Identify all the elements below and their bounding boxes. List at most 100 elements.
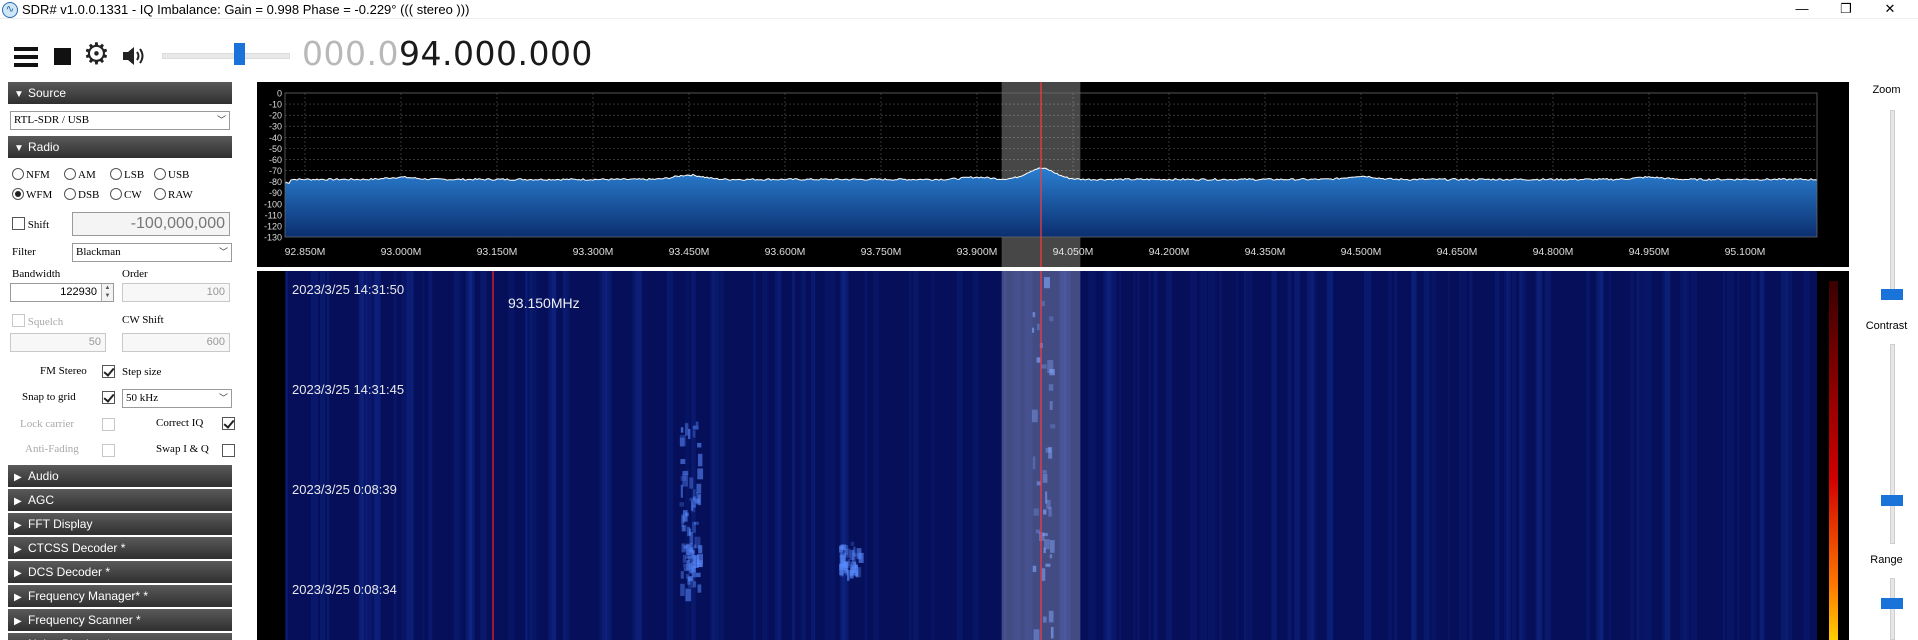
- section-title: DCS Decoder *: [28, 565, 111, 579]
- section-header-noise-blanker[interactable]: ▶Noise Blanker *: [8, 633, 232, 640]
- radio-dot[interactable]: [110, 168, 122, 180]
- mode-radio-raw[interactable]: RAW: [154, 188, 193, 202]
- mode-radio-am[interactable]: AM: [64, 168, 96, 182]
- speaker-icon[interactable]: [121, 44, 147, 68]
- mode-radio-cw[interactable]: CW: [110, 188, 142, 202]
- stop-icon[interactable]: [54, 48, 71, 65]
- chevron-down-icon: ﹀: [216, 115, 226, 125]
- order-label: Order: [122, 268, 148, 280]
- freq-tick-label: 94.800M: [1533, 246, 1574, 258]
- signal-trace: [684, 512, 689, 517]
- volume-slider-track[interactable]: [162, 53, 290, 59]
- radio-section-header[interactable]: ▼ Radio: [8, 136, 232, 158]
- collapse-icon: ▼: [14, 143, 24, 154]
- spectrum-fill: [285, 167, 1817, 237]
- fm-stereo-checkbox[interactable]: [102, 365, 115, 378]
- waterfall-streak: [777, 271, 781, 640]
- volume-slider-thumb[interactable]: [233, 43, 245, 65]
- section-header-frequency-scanner[interactable]: ▶ Frequency Scanner *: [8, 609, 232, 631]
- section-header-audio[interactable]: ▶ Audio: [8, 465, 232, 487]
- swap-iq-checkbox[interactable]: [222, 444, 235, 457]
- frequency-digits[interactable]: 94.000.000: [399, 34, 593, 73]
- source-device-select[interactable]: RTL-SDR / USB ﹀: [10, 111, 230, 130]
- contrast-slider-thumb[interactable]: [1881, 495, 1903, 507]
- section-header-agc[interactable]: ▶ AGC: [8, 489, 232, 511]
- waterfall-streak: [1586, 271, 1590, 640]
- step-size-select[interactable]: 50 kHz ﹀: [122, 389, 232, 408]
- freq-tick-label: 95.100M: [1725, 246, 1766, 258]
- radio-dot[interactable]: [154, 188, 166, 200]
- radio-dot[interactable]: [64, 168, 76, 180]
- radio-dot[interactable]: [154, 168, 166, 180]
- section-header-ctcss-decoder[interactable]: ▶ CTCSS Decoder *: [8, 537, 232, 559]
- waterfall-streak: [1088, 271, 1096, 640]
- source-section-header[interactable]: ▼ Source: [8, 82, 232, 104]
- waterfall-streak: [1722, 271, 1725, 640]
- zoom-slider-thumb[interactable]: [1881, 289, 1903, 300]
- section-header-frequency-manager[interactable]: ▶ Frequency Manager* *: [8, 585, 232, 607]
- maximize-button[interactable]: ❐: [1824, 0, 1868, 19]
- order-input[interactable]: 100: [122, 283, 230, 302]
- db-tick-label: -80: [269, 177, 282, 187]
- gear-icon[interactable]: ⚙: [83, 40, 110, 70]
- snap-to-grid-checkbox[interactable]: [102, 391, 115, 404]
- bandwidth-input[interactable]: 122930 ▲ ▼: [10, 283, 114, 302]
- mode-radio-usb[interactable]: USB: [154, 168, 189, 182]
- waterfall-streak: [1759, 271, 1765, 640]
- waterfall-display[interactable]: 93.150MHz 2023/3/25 14:31:50 2023/3/25 14:…: [257, 271, 1849, 640]
- mode-radio-dsb[interactable]: DSB: [64, 188, 99, 202]
- waterfall-streak: [1431, 271, 1437, 640]
- waterfall-streak: [1544, 271, 1552, 640]
- section-header-dcs-decoder[interactable]: ▶ DCS Decoder *: [8, 561, 232, 583]
- squelch-input[interactable]: 50: [10, 333, 106, 352]
- spectrum-plot[interactable]: 0-10-20-30-40-50-60-70-80-90-100-110-120…: [257, 82, 1849, 267]
- spinner-arrows-icon[interactable]: ▲ ▼: [101, 284, 113, 301]
- radio-dot[interactable]: [110, 188, 122, 200]
- radio-dot[interactable]: [12, 168, 24, 180]
- shift-input[interactable]: -100,000,000: [72, 212, 230, 236]
- waterfall-streak: [791, 271, 796, 640]
- waterfall-streak: [716, 271, 724, 640]
- radio-dot[interactable]: [64, 188, 76, 200]
- range-slider-thumb[interactable]: [1881, 598, 1903, 610]
- squelch-checkbox[interactable]: [12, 314, 25, 327]
- section-header-fft-display[interactable]: ▶ FFT Display: [8, 513, 232, 535]
- waterfall-streak: [1737, 271, 1740, 640]
- chevron-down-icon: ﹀: [218, 247, 228, 257]
- filter-select[interactable]: Blackman ﹀: [72, 243, 232, 262]
- frequency-display[interactable]: 000.094.000.000: [302, 34, 593, 73]
- correct-iq-checkbox[interactable]: [222, 417, 235, 430]
- freq-tick-label: 93.900M: [957, 246, 998, 258]
- mode-radio-wfm[interactable]: WFM: [12, 188, 52, 202]
- signal-trace: [850, 541, 855, 546]
- expand-icon: ▶: [14, 635, 28, 640]
- menu-icon[interactable]: [14, 47, 38, 67]
- signal-trace: [856, 548, 862, 560]
- close-button[interactable]: ✕: [1868, 0, 1912, 19]
- waterfall-streak: [1271, 271, 1278, 640]
- contrast-slider-track[interactable]: [1890, 344, 1895, 544]
- cw-shift-input[interactable]: 600: [122, 333, 230, 352]
- waterfall-streak: [480, 271, 487, 640]
- expand-icon: ▶: [14, 592, 22, 603]
- minimize-button[interactable]: —: [1780, 0, 1824, 19]
- shift-checkbox-group[interactable]: Shift: [12, 217, 49, 231]
- zoom-slider-track[interactable]: [1890, 110, 1895, 300]
- filter-label: Filter: [12, 246, 36, 258]
- expand-icon: ▶: [14, 568, 22, 579]
- lock-carrier-checkbox[interactable]: [102, 418, 115, 431]
- anti-fading-checkbox[interactable]: [102, 444, 115, 457]
- radio-dot[interactable]: [12, 188, 24, 200]
- waterfall-streak: [1363, 271, 1372, 640]
- spectrum-analyzer[interactable]: 0 -10 -20 -30 -40 -50 -60 -70 -80 -90 -100 -110 -120…: [257, 82, 1849, 267]
- frequency-leading-digits[interactable]: 000.0: [302, 34, 399, 73]
- waterfall-streak: [1511, 271, 1516, 640]
- waterfall-plot[interactable]: 93.150MHz 2023/3/25 14:31:50 2023/3/25 14:…: [257, 271, 1849, 640]
- mode-radio-nfm[interactable]: NFM: [12, 168, 50, 182]
- waterfall-streak: [762, 271, 765, 640]
- freq-tick-label: 93.450M: [669, 246, 710, 258]
- shift-checkbox[interactable]: [12, 217, 25, 230]
- mode-radio-lsb[interactable]: LSB: [110, 168, 144, 182]
- waterfall-streak: [428, 271, 431, 640]
- squelch-checkbox-group[interactable]: Squelch: [12, 314, 63, 328]
